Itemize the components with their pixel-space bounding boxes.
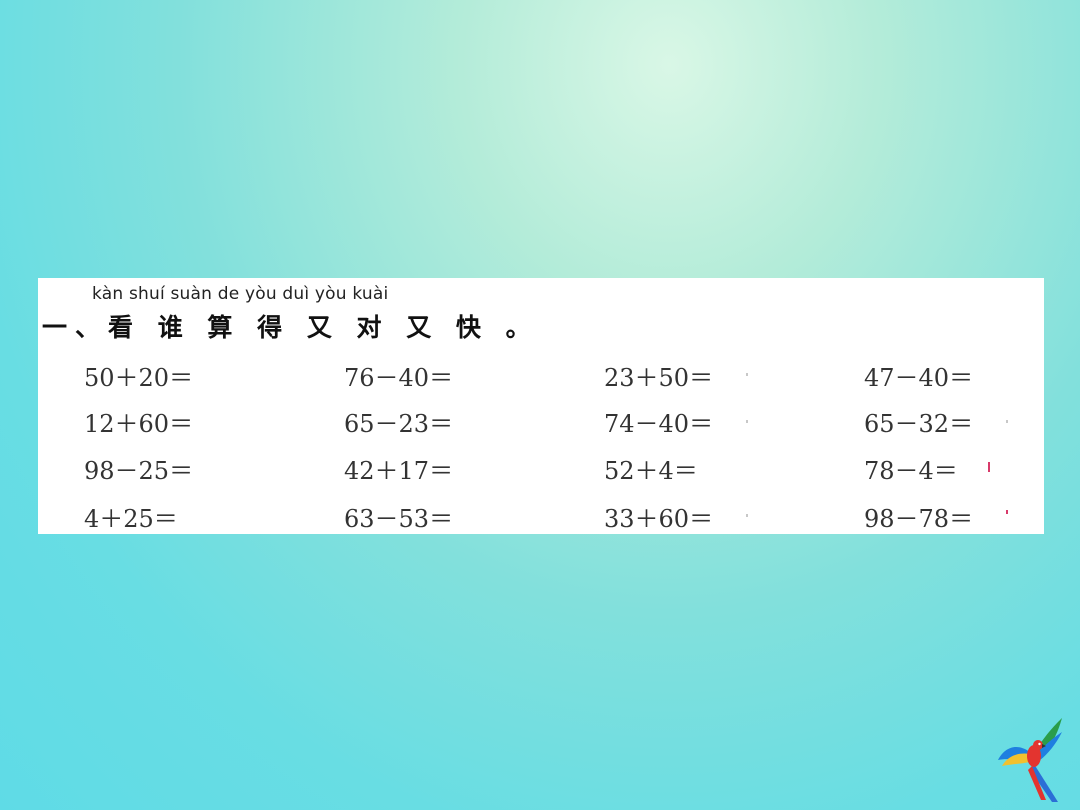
red-pen-mark xyxy=(1006,510,1008,514)
problem-r2-c4: 65－32＝ xyxy=(864,410,974,438)
problem-r4-c4: 98－78＝ xyxy=(864,505,974,533)
problem-r2-c1: 12＋60＝ xyxy=(84,410,194,438)
problem-r3-c2: 42＋17＝ xyxy=(344,457,454,485)
problem-r4-c3: 33＋60＝ xyxy=(604,505,714,533)
problem-r4-c1: 4＋25＝ xyxy=(84,505,178,533)
scan-mark xyxy=(746,514,748,517)
problem-r1-c3: 23＋50＝ xyxy=(604,364,714,392)
parrot-icon xyxy=(998,718,1062,802)
problem-r2-c3: 74－40＝ xyxy=(604,410,714,438)
problem-r1-c2: 76－40＝ xyxy=(344,364,454,392)
problem-r3-c3: 52＋4＝ xyxy=(604,457,698,485)
problem-r3-c4: 78－4＝ xyxy=(864,457,958,485)
scan-mark xyxy=(1006,420,1008,423)
problem-r1-c1: 50＋20＝ xyxy=(84,364,194,392)
problem-r4-c2: 63－53＝ xyxy=(344,505,454,533)
problem-r3-c1: 98－25＝ xyxy=(84,457,194,485)
scan-mark xyxy=(746,373,748,376)
problem-grid: 50＋20＝ 76－40＝ 23＋50＝ 47－40＝ 12＋60＝ 65－23… xyxy=(38,278,1044,534)
problem-r1-c4: 47－40＝ xyxy=(864,364,974,392)
exercise-card: kàn shuí suàn de yòu duì yòu kuài 一、看 谁 … xyxy=(38,278,1044,534)
red-pen-mark xyxy=(988,462,990,472)
scan-mark xyxy=(746,420,748,423)
problem-r2-c2: 65－23＝ xyxy=(344,410,454,438)
